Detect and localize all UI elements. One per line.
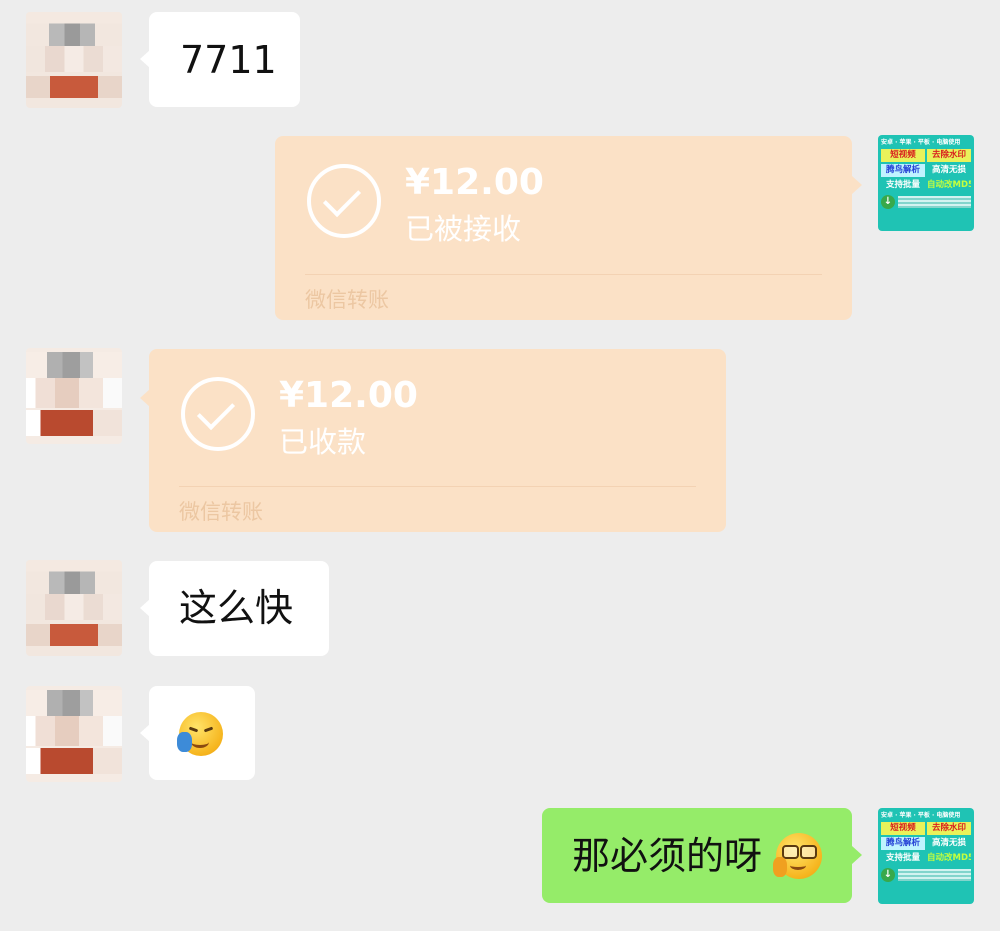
transfer-status: 已收款 xyxy=(279,425,367,459)
message-bubble[interactable]: 那必须的呀 xyxy=(542,808,862,903)
transfer-divider xyxy=(179,486,696,487)
transfer-divider xyxy=(305,274,822,275)
message-bubble[interactable]: 这么快 xyxy=(140,561,329,656)
avatar-image: 安卓 · 苹果 · 平板 · 电脑使用 短视频 去除水印 腾鸟解析 高清无损 支… xyxy=(878,808,974,904)
self-avatar[interactable]: 安卓 · 苹果 · 平板 · 电脑使用 短视频 去除水印 腾鸟解析 高清无损 支… xyxy=(878,808,974,904)
contact-avatar[interactable] xyxy=(26,12,122,108)
avatar-ad-cell: 高清无损 xyxy=(931,165,966,175)
avatar-ad-cell: 腾鸟解析 xyxy=(881,837,925,850)
contact-avatar[interactable] xyxy=(26,348,122,444)
avatar-ad-cell: 腾鸟解析 xyxy=(881,164,925,177)
transfer-footer-label: 微信转账 xyxy=(179,500,263,524)
avatar-ad-cell: 自动改MD5 xyxy=(927,180,971,190)
message-text: 那必须的呀 xyxy=(572,834,763,878)
avatar-ad-cell: 去除水印 xyxy=(927,822,971,835)
avatar-ad-cell: 去除水印 xyxy=(927,149,971,162)
avatar-ad-cell: 自动改MD5 xyxy=(927,853,971,863)
message-text: 这么快 xyxy=(179,586,294,630)
message-text: 7711 xyxy=(180,38,277,82)
facepalm-laugh-emoji-icon xyxy=(177,712,223,756)
message-bubble[interactable] xyxy=(140,686,255,780)
self-avatar[interactable]: 安卓 · 苹果 · 平板 · 电脑使用 短视频 去除水印 腾鸟解析 高清无损 支… xyxy=(878,135,974,231)
avatar-image xyxy=(26,12,122,108)
smirk-glasses-emoji-icon xyxy=(773,833,822,879)
avatar-image: 安卓 · 苹果 · 平板 · 电脑使用 短视频 去除水印 腾鸟解析 高清无损 支… xyxy=(878,135,974,231)
avatar-ad-cell: 高清无损 xyxy=(931,838,966,848)
transfer-status: 已被接收 xyxy=(405,212,522,246)
avatar-ad-cell: 短视频 xyxy=(881,822,925,835)
download-icon: ↓ xyxy=(881,868,895,882)
transfer-amount: ¥12.00 xyxy=(279,375,418,416)
avatar-ad-top-text: 安卓 · 苹果 · 平板 · 电脑使用 xyxy=(881,139,961,146)
avatar-ad-cell: 支持批量 xyxy=(885,853,920,863)
message-bubble[interactable]: 7711 xyxy=(140,12,300,107)
avatar-image xyxy=(26,686,122,782)
transfer-amount: ¥12.00 xyxy=(405,162,544,203)
avatar-ad-fineprint xyxy=(898,869,971,881)
download-icon: ↓ xyxy=(881,195,895,209)
check-circle-icon xyxy=(181,377,255,451)
avatar-ad-cell: 短视频 xyxy=(881,149,925,162)
avatar-ad-fineprint xyxy=(898,196,971,208)
avatar-ad-cell: 支持批量 xyxy=(885,180,920,190)
transfer-card-received[interactable]: ¥12.00 已收款 微信转账 xyxy=(140,349,726,532)
contact-avatar[interactable] xyxy=(26,560,122,656)
avatar-image xyxy=(26,560,122,656)
contact-avatar[interactable] xyxy=(26,686,122,782)
avatar-image xyxy=(26,348,122,444)
transfer-card-sent[interactable]: ¥12.00 已被接收 微信转账 xyxy=(275,136,862,320)
avatar-ad-top-text: 安卓 · 苹果 · 平板 · 电脑使用 xyxy=(881,812,961,819)
transfer-footer-label: 微信转账 xyxy=(305,288,389,312)
check-circle-icon xyxy=(307,164,381,238)
